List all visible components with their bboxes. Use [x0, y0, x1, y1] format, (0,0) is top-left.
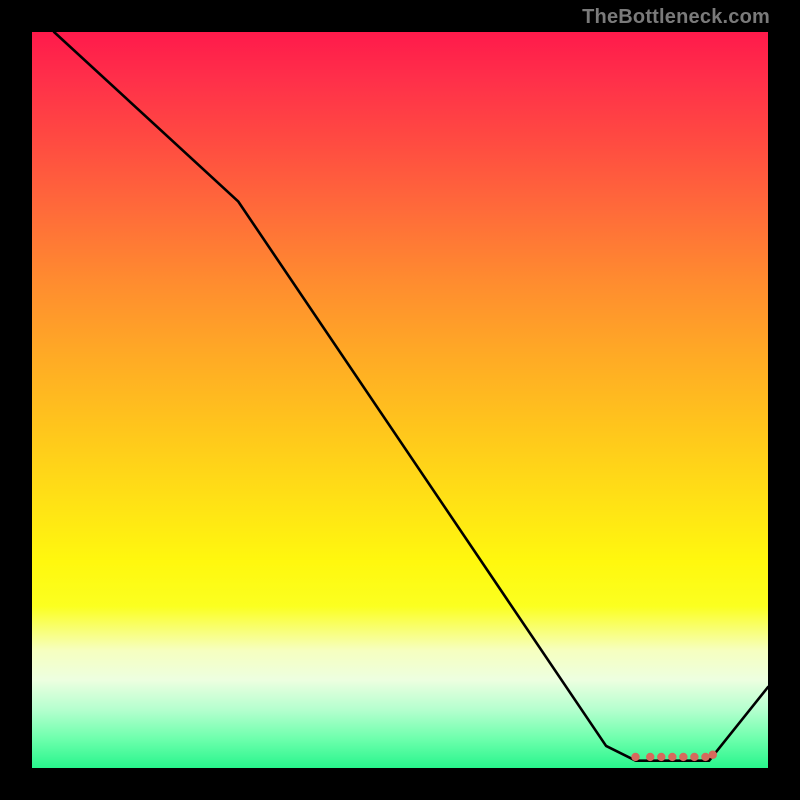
chart-frame: TheBottleneck.com: [0, 0, 800, 800]
chart-marker: [701, 753, 709, 761]
chart-svg: [32, 32, 768, 768]
chart-marker: [709, 751, 717, 759]
chart-marker: [679, 753, 687, 761]
chart-marker: [631, 753, 639, 761]
chart-markers: [631, 751, 717, 762]
watermark-text: TheBottleneck.com: [582, 6, 770, 29]
chart-marker: [657, 753, 665, 761]
chart-marker: [646, 753, 654, 761]
chart-line: [32, 32, 768, 761]
chart-plot-area: [32, 32, 768, 768]
chart-marker: [668, 753, 676, 761]
chart-marker: [690, 753, 698, 761]
